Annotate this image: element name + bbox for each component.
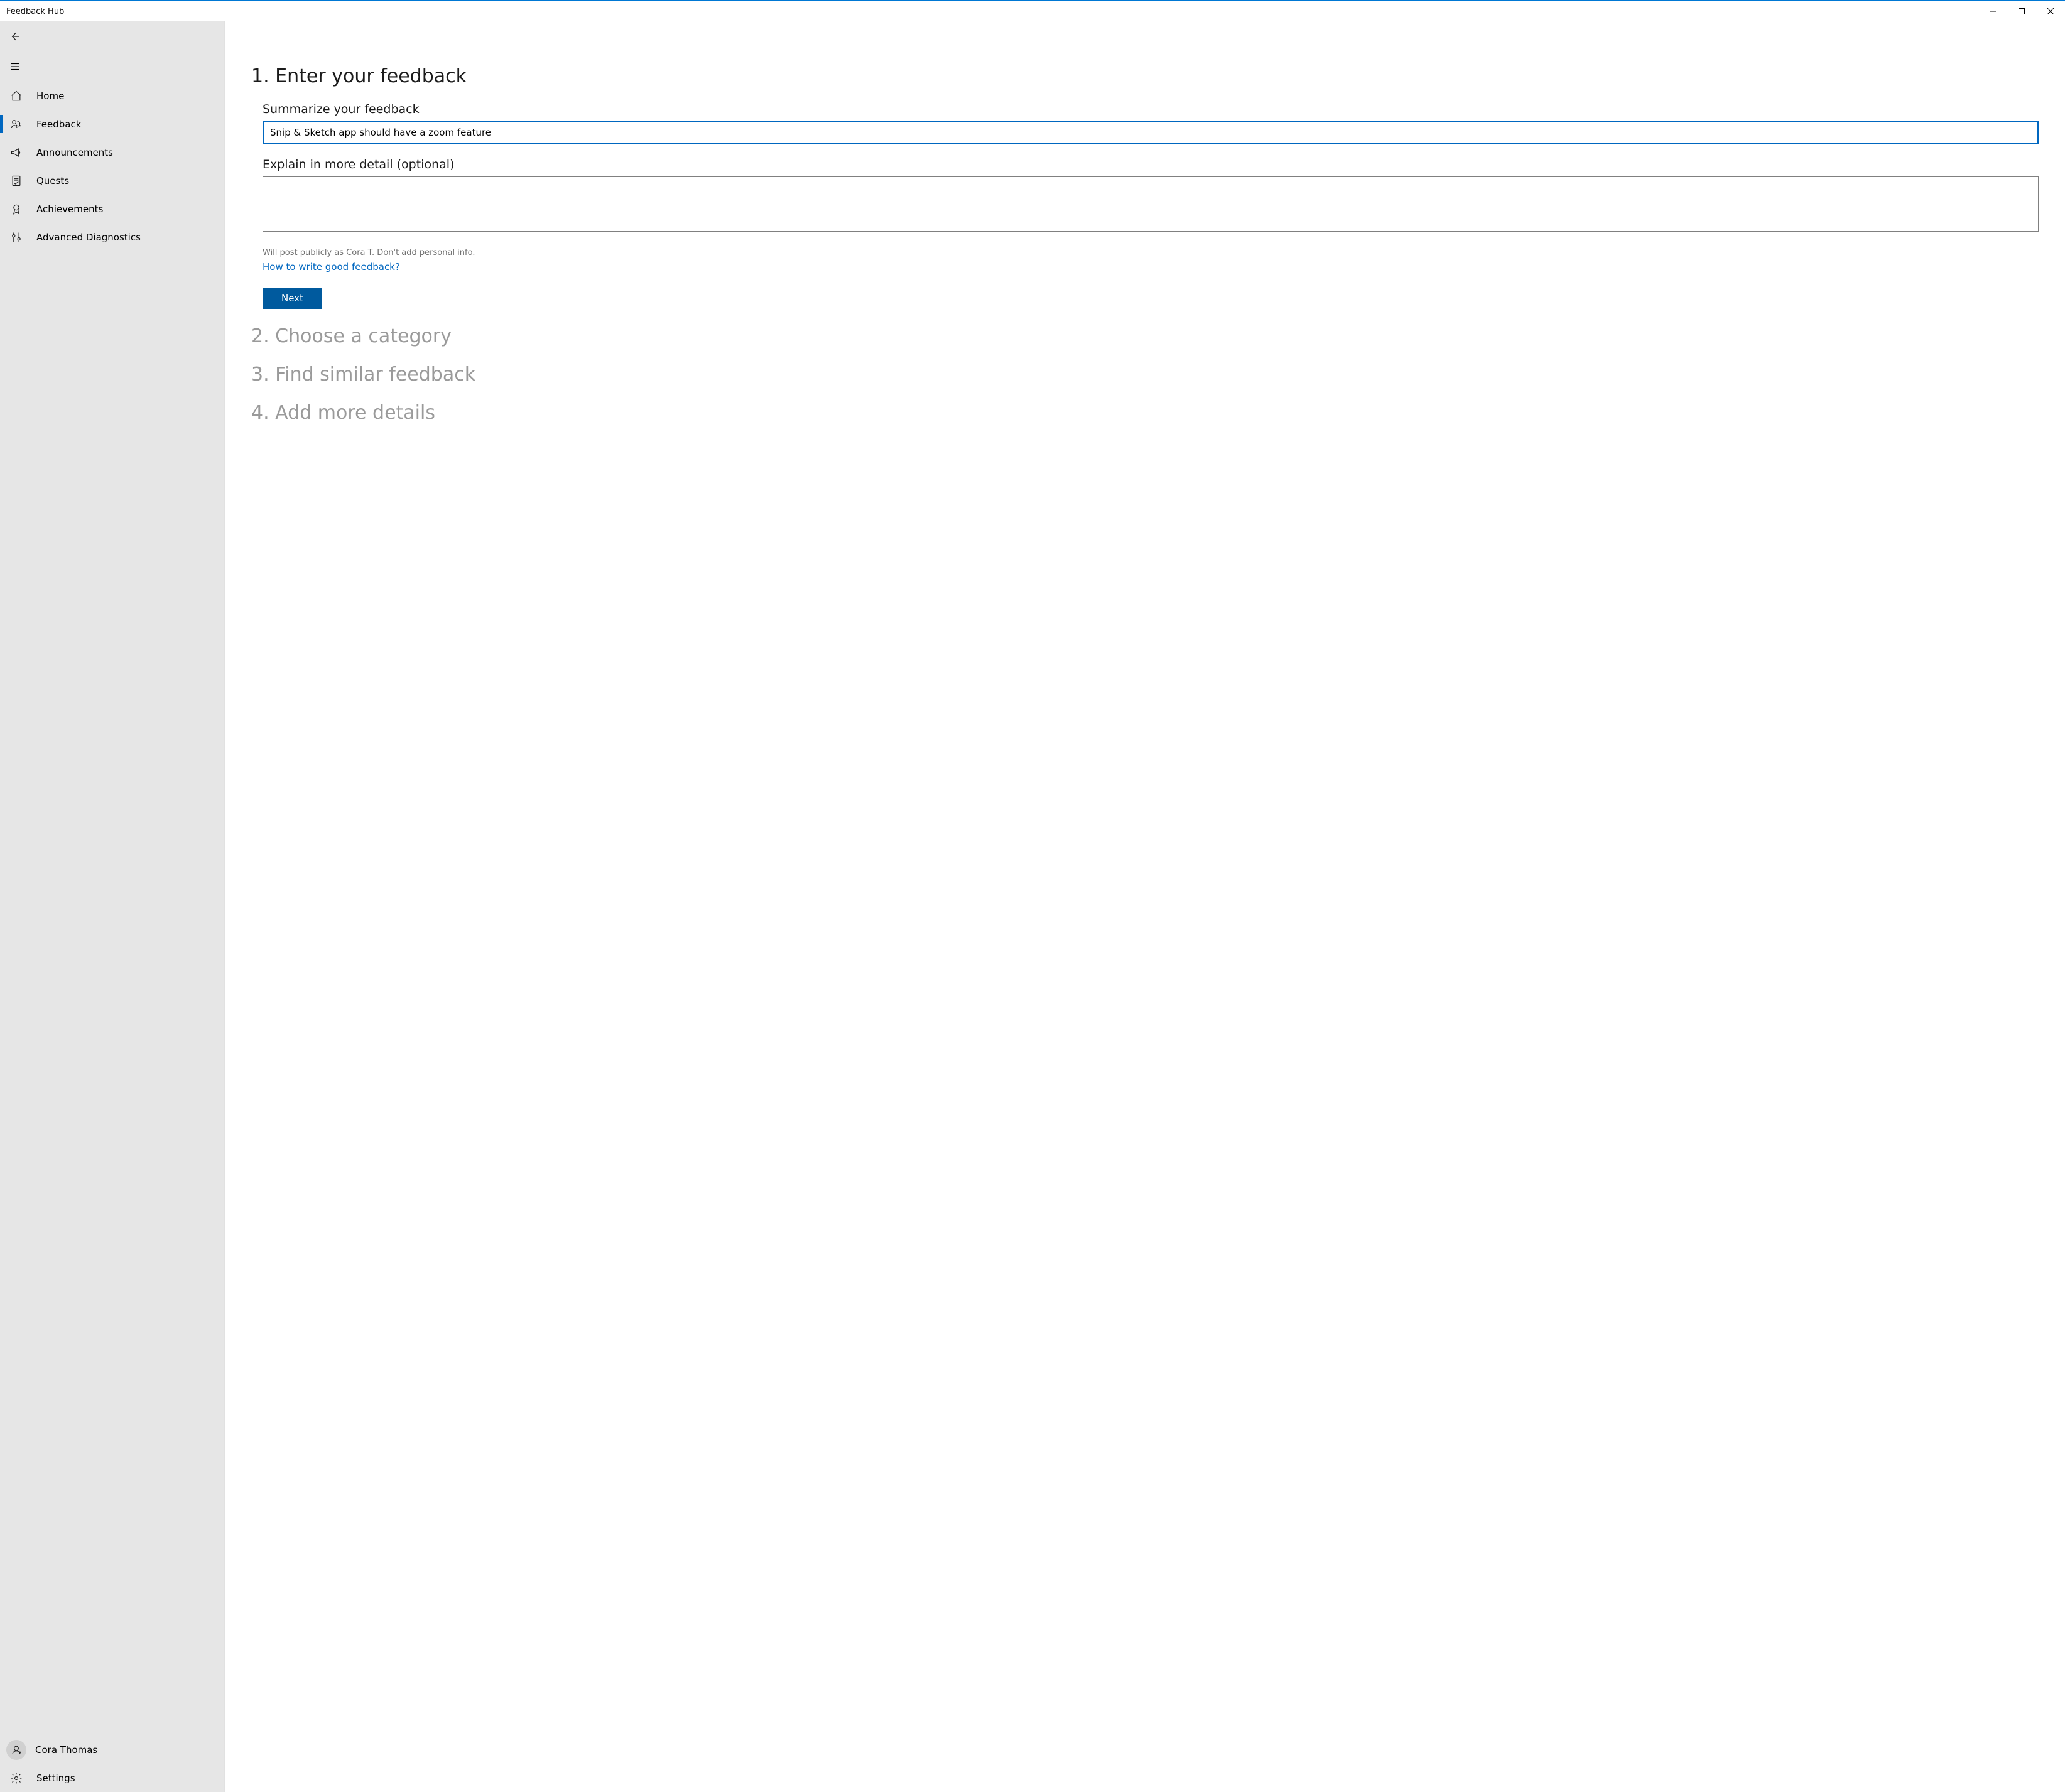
sidebar-item-quests[interactable]: Quests bbox=[0, 166, 224, 195]
summary-label: Summarize your feedback bbox=[263, 102, 2039, 116]
close-button[interactable] bbox=[2036, 1, 2065, 21]
sidebar-item-label: Achievements bbox=[36, 203, 103, 215]
title-bar: Feedback Hub bbox=[0, 1, 2065, 21]
sidebar-item-label: Home bbox=[36, 90, 64, 102]
sidebar-item-label: Advanced Diagnostics bbox=[36, 232, 141, 243]
sidebar-item-advanced-diagnostics[interactable]: Advanced Diagnostics bbox=[0, 223, 224, 251]
detail-label: Explain in more detail (optional) bbox=[263, 158, 2039, 171]
feedback-icon bbox=[10, 118, 23, 131]
settings-label: Settings bbox=[36, 1773, 75, 1784]
hamburger-button[interactable] bbox=[0, 51, 30, 82]
avatar-icon bbox=[6, 1740, 26, 1760]
gear-icon bbox=[10, 1772, 23, 1784]
medal-icon bbox=[10, 203, 23, 215]
sidebar-item-label: Quests bbox=[36, 175, 69, 186]
quests-icon bbox=[10, 175, 23, 187]
back-button[interactable] bbox=[0, 21, 30, 51]
main-content: 1. Enter your feedback Summarize your fe… bbox=[225, 21, 2065, 1792]
sidebar-item-home[interactable]: Home bbox=[0, 82, 224, 110]
step-2-heading: 2. Choose a category bbox=[251, 325, 2039, 347]
step-3-heading: 3. Find similar feedback bbox=[251, 364, 2039, 386]
detail-textarea[interactable] bbox=[263, 176, 2039, 232]
help-link[interactable]: How to write good feedback? bbox=[263, 261, 400, 273]
megaphone-icon bbox=[10, 146, 23, 159]
sidebar-item-feedback[interactable]: Feedback bbox=[0, 110, 224, 138]
sidebar-item-label: Announcements bbox=[36, 147, 113, 158]
diagnostics-icon bbox=[10, 231, 23, 244]
window-title: Feedback Hub bbox=[6, 7, 64, 16]
sidebar-item-settings[interactable]: Settings bbox=[0, 1764, 224, 1792]
sidebar-item-announcements[interactable]: Announcements bbox=[0, 138, 224, 166]
privacy-note: Will post publicly as Cora T. Don't add … bbox=[263, 248, 2039, 257]
maximize-button[interactable] bbox=[2007, 1, 2036, 21]
step-4-heading: 4. Add more details bbox=[251, 402, 2039, 424]
account-item[interactable]: Cora Thomas bbox=[0, 1735, 224, 1764]
home-icon bbox=[10, 90, 23, 102]
summary-input[interactable] bbox=[263, 121, 2039, 144]
sidebar-item-label: Feedback bbox=[36, 119, 81, 130]
minimize-button[interactable] bbox=[1978, 1, 2007, 21]
next-button[interactable]: Next bbox=[263, 288, 322, 309]
sidebar-item-achievements[interactable]: Achievements bbox=[0, 195, 224, 223]
account-name: Cora Thomas bbox=[35, 1744, 97, 1756]
step-1-heading: 1. Enter your feedback bbox=[251, 65, 2039, 87]
window-controls bbox=[1978, 1, 2065, 21]
sidebar: Home Feedback Announcements Quests Achie bbox=[0, 21, 225, 1792]
